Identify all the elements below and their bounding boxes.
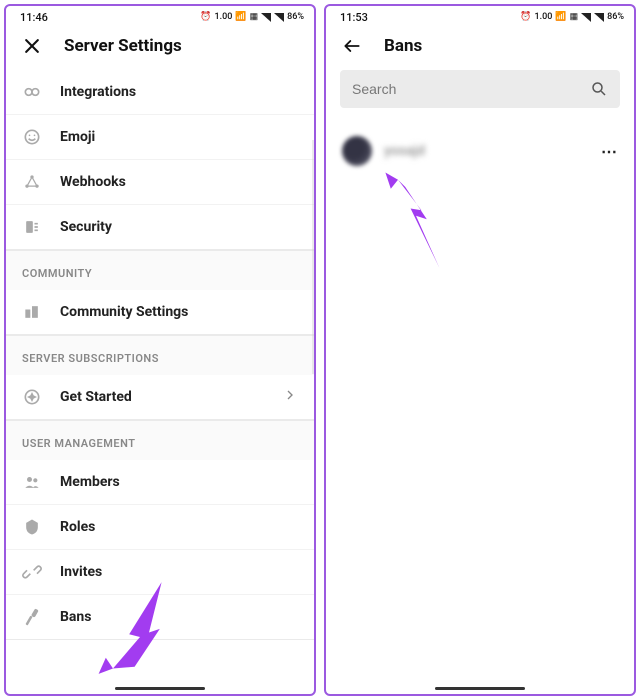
emoji-icon	[22, 127, 42, 147]
row-emoji[interactable]: Emoji	[6, 115, 314, 160]
row-label: Emoji	[60, 129, 298, 145]
wifi-icon: 📶	[235, 12, 246, 22]
signal-icon-2	[274, 13, 284, 22]
wifi-icon: 📶	[555, 12, 566, 22]
search-icon	[590, 80, 608, 98]
security-icon	[22, 217, 42, 237]
page-title: Server Settings	[64, 36, 182, 56]
arrow-left-icon	[342, 36, 362, 56]
more-button[interactable]: ⋯	[601, 142, 618, 161]
search-input[interactable]	[352, 81, 582, 97]
scrollbar[interactable]	[312, 140, 314, 374]
row-integrations[interactable]: Integrations	[6, 70, 314, 115]
status-time: 11:53	[340, 11, 368, 24]
back-button[interactable]	[342, 36, 362, 56]
alarm-icon: ⏰	[200, 12, 211, 22]
row-label: Members	[60, 474, 298, 490]
members-icon	[22, 472, 42, 492]
section-user-management: USER MANAGEMENT	[6, 420, 314, 460]
row-label: Roles	[60, 519, 298, 535]
bans-icon	[22, 607, 42, 627]
webhooks-icon	[22, 172, 42, 192]
net-speed: 1.00	[535, 12, 553, 22]
signal-icon	[581, 13, 591, 22]
row-label: Security	[60, 219, 298, 235]
header: Server Settings	[6, 26, 314, 70]
row-bans[interactable]: Bans	[6, 595, 314, 640]
signal-icon-2	[594, 13, 604, 22]
getstarted-icon	[22, 387, 42, 407]
header: Bans	[326, 26, 634, 70]
right-phone: 11:53 ⏰ 1.00 📶 ▦ 86% Bans yosajd ⋯	[324, 4, 636, 696]
integrations-icon	[22, 82, 42, 102]
close-icon	[22, 36, 42, 56]
row-invites[interactable]: Invites	[6, 550, 314, 595]
status-icons: ⏰ 1.00 📶 ▦ 86%	[200, 12, 304, 22]
community-icon	[22, 302, 42, 322]
pointer-arrow	[362, 162, 452, 282]
row-webhooks[interactable]: Webhooks	[6, 160, 314, 205]
row-label: Integrations	[60, 84, 298, 100]
alarm-icon: ⏰	[520, 12, 531, 22]
left-phone: 11:46 ⏰ 1.00 📶 ▦ 86% Server Settings Int…	[4, 4, 316, 696]
settings-list: Integrations Emoji Webhooks Security COM…	[6, 70, 314, 694]
section-subscriptions: SERVER SUBSCRIPTIONS	[6, 335, 314, 375]
row-community-settings[interactable]: Community Settings	[6, 290, 314, 335]
net-speed: 1.00	[215, 12, 233, 22]
status-icons: ⏰ 1.00 📶 ▦ 86%	[520, 12, 624, 22]
home-indicator[interactable]	[115, 687, 205, 690]
row-label: Invites	[60, 564, 298, 580]
page-title: Bans	[384, 36, 422, 56]
chevron-right-icon	[282, 387, 298, 407]
close-button[interactable]	[22, 36, 42, 56]
vibrate-icon: ▦	[250, 12, 259, 22]
section-community: COMMUNITY	[6, 250, 314, 290]
row-get-started[interactable]: Get Started	[6, 375, 314, 420]
row-label: Community Settings	[60, 304, 298, 320]
battery-text: 86%	[287, 12, 304, 22]
row-label: Webhooks	[60, 174, 298, 190]
search-box[interactable]	[340, 70, 620, 108]
vibrate-icon: ▦	[570, 12, 579, 22]
row-members[interactable]: Members	[6, 460, 314, 505]
roles-icon	[22, 517, 42, 537]
row-label: Bans	[60, 609, 298, 625]
row-label: Get Started	[60, 389, 264, 405]
home-indicator[interactable]	[435, 687, 525, 690]
ban-username: yosajd	[384, 143, 589, 159]
signal-icon	[261, 13, 271, 22]
invites-icon	[22, 562, 42, 582]
row-roles[interactable]: Roles	[6, 505, 314, 550]
status-bar: 11:46 ⏰ 1.00 📶 ▦ 86%	[6, 6, 314, 26]
status-bar: 11:53 ⏰ 1.00 📶 ▦ 86%	[326, 6, 634, 26]
avatar	[342, 136, 372, 166]
row-security[interactable]: Security	[6, 205, 314, 250]
battery-text: 86%	[607, 12, 624, 22]
status-time: 11:46	[20, 11, 48, 24]
ban-list: yosajd ⋯	[326, 122, 634, 180]
ban-row[interactable]: yosajd ⋯	[340, 128, 620, 174]
